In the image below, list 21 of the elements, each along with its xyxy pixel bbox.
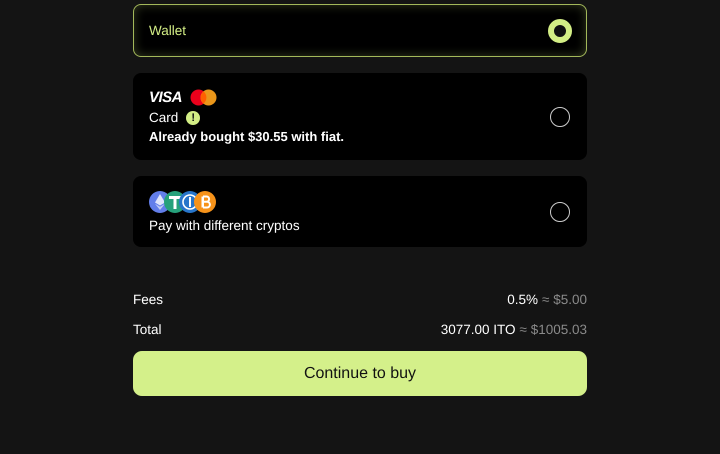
option-label: Card bbox=[149, 110, 178, 125]
payment-option[interactable]: Pay with different cryptos bbox=[133, 176, 587, 247]
visa-logo: VISA bbox=[149, 89, 182, 106]
payment-option[interactable]: VISA Card ! Already bought $30.55 with fiat. bbox=[133, 73, 587, 160]
crypto-coins-icon bbox=[148, 190, 218, 214]
radio-button[interactable] bbox=[548, 18, 572, 42]
option-label: Wallet bbox=[149, 23, 186, 38]
option-note: Already bought $30.55 with fiat. bbox=[149, 129, 344, 144]
approx-value: ≈ $5.00 bbox=[542, 292, 587, 306]
option-label: Pay with different cryptos bbox=[149, 218, 300, 233]
continue-button[interactable]: Continue to buy bbox=[133, 351, 587, 396]
summary-label: Fees bbox=[133, 292, 164, 306]
summary-value: 0.5% bbox=[507, 292, 538, 306]
radio-button[interactable] bbox=[550, 106, 570, 126]
payment-option[interactable]: Wallet bbox=[133, 4, 587, 57]
warning-badge: ! bbox=[186, 110, 200, 124]
radio-button[interactable] bbox=[550, 202, 570, 222]
approx-value: ≈ $1005.03 bbox=[520, 322, 587, 336]
summary-value: 3077.00 ITO bbox=[440, 322, 516, 336]
mastercard-icon bbox=[190, 89, 218, 106]
summary-label: Total bbox=[133, 322, 162, 336]
